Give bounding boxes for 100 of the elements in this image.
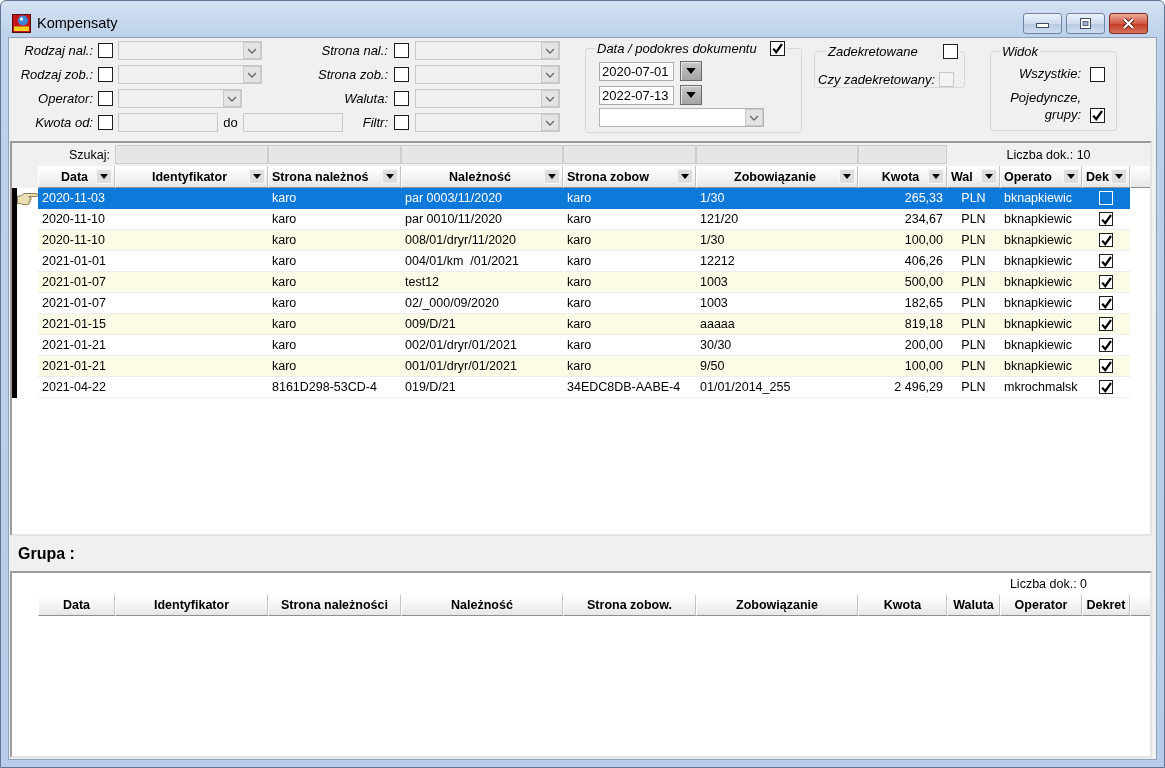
search-field[interactable] <box>115 145 268 164</box>
column-menu-button[interactable] <box>1111 169 1127 184</box>
table-row[interactable]: 2021-01-01 karo 004/01/km /01/2021 karo 12212 406,26 PLN bknapkiewic <box>38 251 1130 272</box>
column-menu-button[interactable] <box>677 169 693 184</box>
checkbox[interactable] <box>1090 108 1105 123</box>
table-cell: 019/D/21 <box>401 377 563 398</box>
caret-down-icon <box>681 174 689 179</box>
column-menu-button[interactable] <box>928 169 944 184</box>
search-field[interactable] <box>563 145 696 164</box>
checkbox[interactable] <box>98 114 113 130</box>
dropdown-field[interactable] <box>599 108 764 127</box>
checkbox[interactable] <box>98 42 113 58</box>
minimize-button[interactable] <box>1023 12 1062 34</box>
column-header[interactable]: Operato <box>1000 166 1082 188</box>
column-menu-button[interactable] <box>382 169 398 184</box>
dropdown-field[interactable] <box>415 88 560 108</box>
column-header[interactable]: Należność <box>401 595 563 616</box>
column-header[interactable]: Strona należnoś <box>268 166 401 188</box>
checkbox[interactable] <box>1099 359 1113 373</box>
option-label: Wszystkie: <box>1017 65 1081 82</box>
amount-from-field[interactable] <box>118 112 218 132</box>
table-cell: PLN <box>947 377 1000 398</box>
checkbox[interactable] <box>394 66 409 82</box>
table-row[interactable]: 2020-11-10 karo par 0010/11/2020 karo 121/20 234,67 PLN bknapkiewic <box>38 209 1130 230</box>
table-row[interactable]: 2021-01-21 karo 001/01/dryr/01/2021 karo 9/50 100,00 PLN bknapkiewic <box>38 356 1130 377</box>
column-header[interactable]: Data <box>38 595 115 616</box>
checkbox[interactable] <box>394 42 409 58</box>
dropdown-field[interactable] <box>415 112 560 132</box>
column-header[interactable]: Dekret <box>1082 595 1130 616</box>
search-field[interactable] <box>858 145 947 164</box>
table-row[interactable]: 2021-01-07 karo test12 karo 1003 500,00 PLN bknapkiewic <box>38 272 1130 293</box>
column-header[interactable]: Strona zobow. <box>563 595 696 616</box>
checkbox[interactable] <box>1099 275 1113 289</box>
dropdown-field[interactable] <box>415 64 560 84</box>
filter-label: Filtr: <box>361 114 388 130</box>
column-menu-button[interactable] <box>96 169 112 184</box>
table-cell: 01/01/2014_255 <box>696 377 858 398</box>
checkbox[interactable] <box>1099 317 1113 331</box>
window-title: Kompensaty <box>37 15 118 31</box>
dropdown-field[interactable] <box>415 40 560 60</box>
date-from-field[interactable]: 2020-07-01 <box>599 61 674 81</box>
column-header[interactable]: Identyfikator <box>115 166 268 188</box>
amount-to-field[interactable] <box>243 112 343 132</box>
table-row[interactable]: 2021-04-22 8161D298-53CD-4 019/D/21 34EDC8DB-AABE-4 01/01/2014_255 2 496,29 PLN mkrochmalsk <box>38 377 1130 398</box>
date-to-field[interactable]: 2022-07-13 <box>599 85 674 105</box>
checkbox[interactable] <box>1099 212 1113 226</box>
column-header[interactable]: Identyfikator <box>115 595 268 616</box>
search-field[interactable] <box>268 145 401 164</box>
checkbox[interactable] <box>1099 380 1113 394</box>
column-menu-button[interactable] <box>981 169 997 184</box>
table-row[interactable]: 2021-01-07 karo 02/_000/09/2020 karo 1003 182,65 PLN bknapkiewic <box>38 293 1130 314</box>
checkmark-icon <box>1092 110 1103 121</box>
column-menu-button[interactable] <box>839 169 855 184</box>
column-header[interactable]: Operator <box>1000 595 1082 616</box>
column-header[interactable]: Należność <box>401 166 563 188</box>
column-menu-button[interactable] <box>249 169 265 184</box>
checkbox[interactable] <box>1099 296 1113 310</box>
maximize-button[interactable] <box>1066 12 1105 34</box>
search-field[interactable] <box>401 145 563 164</box>
checkbox[interactable] <box>1099 338 1113 352</box>
column-menu-button[interactable] <box>544 169 560 184</box>
column-header[interactable]: Kwota <box>858 595 947 616</box>
column-header[interactable]: Zobowiązanie <box>696 595 858 616</box>
document-count: Liczba dok.: 10 <box>1006 147 1091 162</box>
table-row[interactable]: 2021-01-21 karo 002/01/dryr/01/2021 karo 30/30 200,00 PLN bknapkiewic <box>38 335 1130 356</box>
date-picker-button[interactable] <box>680 85 702 105</box>
table-row[interactable]: 2020-11-10 karo 008/01/dryr/11/2020 karo 1/30 100,00 PLN bknapkiewic <box>38 230 1130 251</box>
caret-down-icon <box>100 174 108 179</box>
dropdown-field[interactable] <box>118 64 262 84</box>
table-row[interactable]: 2021-01-15 karo 009/D/21 karo aaaaa 819,18 PLN bknapkiewic <box>38 314 1130 335</box>
empty-column-header <box>1130 166 1150 188</box>
search-field[interactable] <box>696 145 858 164</box>
column-header[interactable]: Data <box>38 166 115 188</box>
column-header[interactable]: Strona należności <box>268 595 401 616</box>
dropdown-field[interactable] <box>118 40 262 60</box>
column-header[interactable]: Zobowiązanie <box>696 166 858 188</box>
checkbox[interactable] <box>1090 67 1105 82</box>
column-menu-button[interactable] <box>1063 169 1079 184</box>
checkbox[interactable] <box>1099 254 1113 268</box>
dropdown-field[interactable] <box>118 88 242 108</box>
column-header[interactable]: Wal <box>947 166 1000 188</box>
column-header[interactable]: Kwota <box>858 166 947 188</box>
checkbox[interactable] <box>1099 233 1113 247</box>
column-header[interactable]: Dek <box>1082 166 1130 188</box>
filter-label: Waluta: <box>343 90 388 106</box>
checkbox[interactable] <box>98 90 113 106</box>
caret-down-icon <box>686 68 696 74</box>
checkbox[interactable] <box>394 90 409 106</box>
chevron-down-icon <box>541 65 559 83</box>
checkbox[interactable] <box>769 41 785 56</box>
checkbox[interactable] <box>942 44 958 59</box>
column-header[interactable]: Waluta <box>947 595 1000 616</box>
column-header[interactable]: Strona zobow <box>563 166 696 188</box>
checkbox[interactable] <box>98 66 113 82</box>
chevron-down-icon <box>541 41 559 59</box>
close-button[interactable] <box>1109 12 1148 34</box>
date-picker-button[interactable] <box>680 61 702 81</box>
table-row[interactable]: 2020-11-03 karo par 0003/11/2020 karo 1/30 265,33 PLN bknapkiewic <box>38 188 1130 209</box>
pointing-hand-icon <box>17 192 38 205</box>
checkbox[interactable] <box>394 114 409 130</box>
